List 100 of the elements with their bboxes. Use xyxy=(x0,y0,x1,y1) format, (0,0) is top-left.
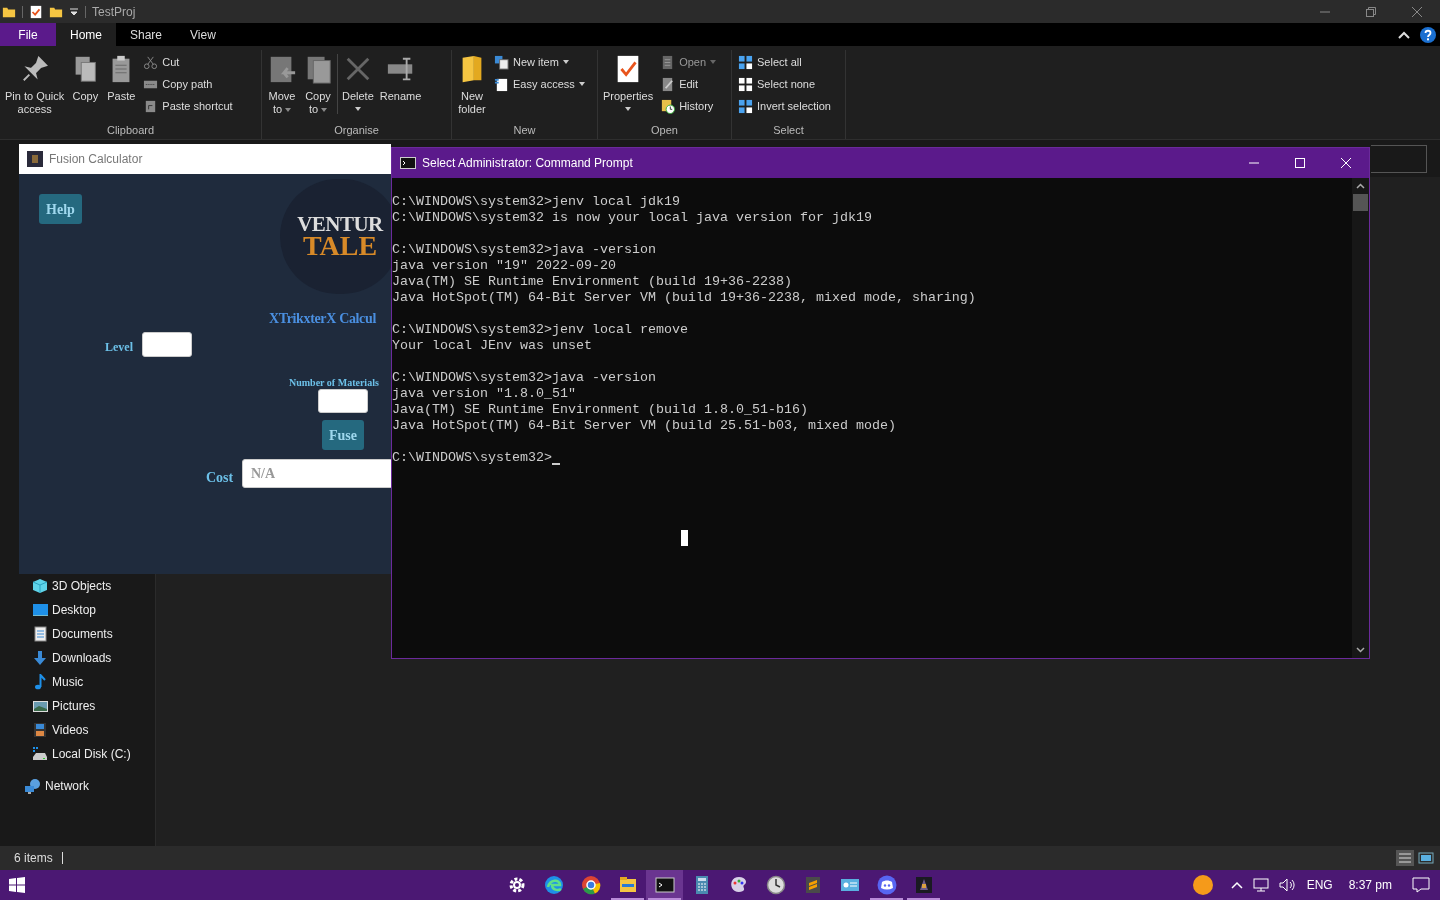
console-line: C:\WINDOWS\system32>java -version xyxy=(392,370,656,386)
window-title: Fusion Calculator xyxy=(49,151,143,168)
console-line: C:\WINDOWS\system32>jenv local remove xyxy=(392,322,688,338)
ribbon-tab[interactable]: View xyxy=(176,23,230,46)
field-label: Level xyxy=(105,339,133,356)
cost-field[interactable]: N/A xyxy=(242,459,391,488)
ribbon-small-button[interactable]: Select none xyxy=(738,75,831,93)
clock-icon xyxy=(765,875,786,895)
document-icon xyxy=(32,626,48,642)
console-line: C:\WINDOWS\system32>jenv local jdk19 xyxy=(392,194,680,210)
console-line: C:\WINDOWS\system32 is now your local java version for jdk19 xyxy=(392,210,872,226)
level-field[interactable] xyxy=(142,332,192,357)
volume-icon xyxy=(1278,877,1297,893)
console-line: C:\WINDOWS\system32>java -version xyxy=(392,242,656,258)
music-note-icon xyxy=(32,674,48,690)
ribbon-button[interactable]: Copy xyxy=(68,50,103,122)
ribbon-tab[interactable]: Home xyxy=(56,23,116,46)
window-title: Select Administrator: Command Prompt xyxy=(422,155,633,172)
search-field[interactable] xyxy=(1371,144,1427,173)
ribbon-button[interactable]: Rename xyxy=(377,50,424,122)
document-icon xyxy=(494,76,509,92)
ribbon-small-button[interactable]: Select all xyxy=(738,53,831,71)
help-button[interactable]: Help xyxy=(39,194,82,224)
console-line: java version "1.8.0_51" xyxy=(392,386,576,402)
chevron-up-icon xyxy=(1230,881,1243,889)
nav-item[interactable]: Downloads xyxy=(0,646,155,670)
windows-logo-icon xyxy=(9,877,25,893)
history-icon xyxy=(660,98,676,114)
console-prompt: C:\WINDOWS\system32> xyxy=(392,450,552,466)
ribbon-button[interactable]: Properties xyxy=(601,50,656,122)
monitor-icon xyxy=(32,602,48,618)
ribbon-small-button[interactable]: Paste shortcut xyxy=(143,97,233,115)
taskbar-app[interactable] xyxy=(646,870,683,900)
ribbon-small-button[interactable]: Edit xyxy=(660,75,717,93)
language-indicator[interactable]: ENG xyxy=(1306,876,1333,894)
scroll-thumb[interactable] xyxy=(1353,194,1368,211)
new-item-icon xyxy=(494,54,509,70)
swirl-logo-icon xyxy=(543,875,564,895)
ribbon-button[interactable]: Delete xyxy=(340,50,376,122)
logo-emblem: VENTUR TALE xyxy=(280,179,391,294)
fuse-button[interactable]: Fuse xyxy=(322,420,364,450)
ribbon-small-button[interactable]: Easy access xyxy=(494,75,585,93)
close-icon xyxy=(1412,6,1422,17)
status-text: 6 items xyxy=(14,850,53,867)
nav-item[interactable]: Local Disk (C:) xyxy=(0,742,155,766)
console-line: Java HotSpot(TM) 64-Bit Server VM (build 19+36-2238, mixed mode, sharing) xyxy=(392,290,976,306)
ribbon-group-label: Open xyxy=(651,123,678,138)
help-icon xyxy=(1420,26,1436,43)
nav-item[interactable]: Music xyxy=(0,670,155,694)
nav-item[interactable]: Network xyxy=(0,774,155,798)
ribbon-button[interactable]: Pin to Quick access xyxy=(3,50,67,122)
nav-item[interactable]: Videos xyxy=(0,718,155,742)
ribbon-small-button[interactable]: New item xyxy=(494,53,585,71)
field-label: Number of Materials xyxy=(289,376,379,390)
field-label: Cost xyxy=(206,469,234,487)
grid-icon xyxy=(738,98,753,114)
dropdown-icon xyxy=(69,6,79,17)
materials-field[interactable] xyxy=(318,389,368,413)
maximize-icon xyxy=(1295,158,1305,168)
network-icon xyxy=(24,778,40,794)
picture-icon xyxy=(32,698,48,714)
ribbon-small-button[interactable]: Copy path xyxy=(143,75,233,93)
ribbon-small-button[interactable]: Invert selection xyxy=(738,97,831,115)
grid-icon xyxy=(738,76,753,92)
console-line: java version "19" 2022-09-20 xyxy=(392,258,616,274)
ribbon-button[interactable]: New folder xyxy=(455,50,489,122)
mouse-cursor xyxy=(681,530,688,546)
nav-item[interactable]: Desktop xyxy=(0,598,155,622)
nav-item[interactable]: Pictures xyxy=(0,694,155,718)
ribbon-small-button[interactable]: Cut xyxy=(143,53,233,71)
console-line: Java(TM) SE Runtime Environment (build 1.8.0_51-b16) xyxy=(392,402,808,418)
scrollbar[interactable] xyxy=(1352,178,1369,658)
ribbon-button[interactable]: Paste xyxy=(104,50,139,122)
ribbon-small-button[interactable]: History xyxy=(660,97,717,115)
network-icon xyxy=(1252,877,1269,893)
chevron-up-icon xyxy=(1398,30,1410,39)
chevron-up-icon xyxy=(1356,183,1365,189)
app-heading: XTrikxterX Calcul xyxy=(269,310,376,328)
console-line: Java HotSpot(TM) 64-Bit Server VM (build 25.51-b03, mixed mode) xyxy=(392,418,896,434)
scissors-icon xyxy=(143,54,159,70)
ribbon-group-label: Select xyxy=(773,123,804,138)
game-logo-icon xyxy=(913,875,934,895)
checklist-icon xyxy=(29,4,43,19)
edit-icon xyxy=(660,76,676,92)
ribbon-group-label: Clipboard xyxy=(106,123,155,138)
ribbon-button[interactable]: Copy to xyxy=(301,50,335,122)
download-arrow-icon xyxy=(32,650,48,666)
ribbon-tab[interactable]: Share xyxy=(116,23,177,46)
palette-icon xyxy=(728,875,749,895)
cube-icon xyxy=(32,578,48,594)
details-view-icon xyxy=(1396,850,1414,866)
folder-icon xyxy=(617,875,638,895)
window-title: TestProj xyxy=(92,3,136,21)
ribbon-tab[interactable]: File xyxy=(0,23,56,46)
controller-logo-icon xyxy=(876,875,897,895)
nav-item[interactable]: 3D Objects xyxy=(0,574,155,598)
ribbon-group-label: Organise xyxy=(334,123,379,138)
clock-time[interactable]: 8:37 pm xyxy=(1348,876,1392,894)
nav-item[interactable]: Documents xyxy=(0,622,155,646)
ribbon-button[interactable]: Move to xyxy=(265,50,299,122)
